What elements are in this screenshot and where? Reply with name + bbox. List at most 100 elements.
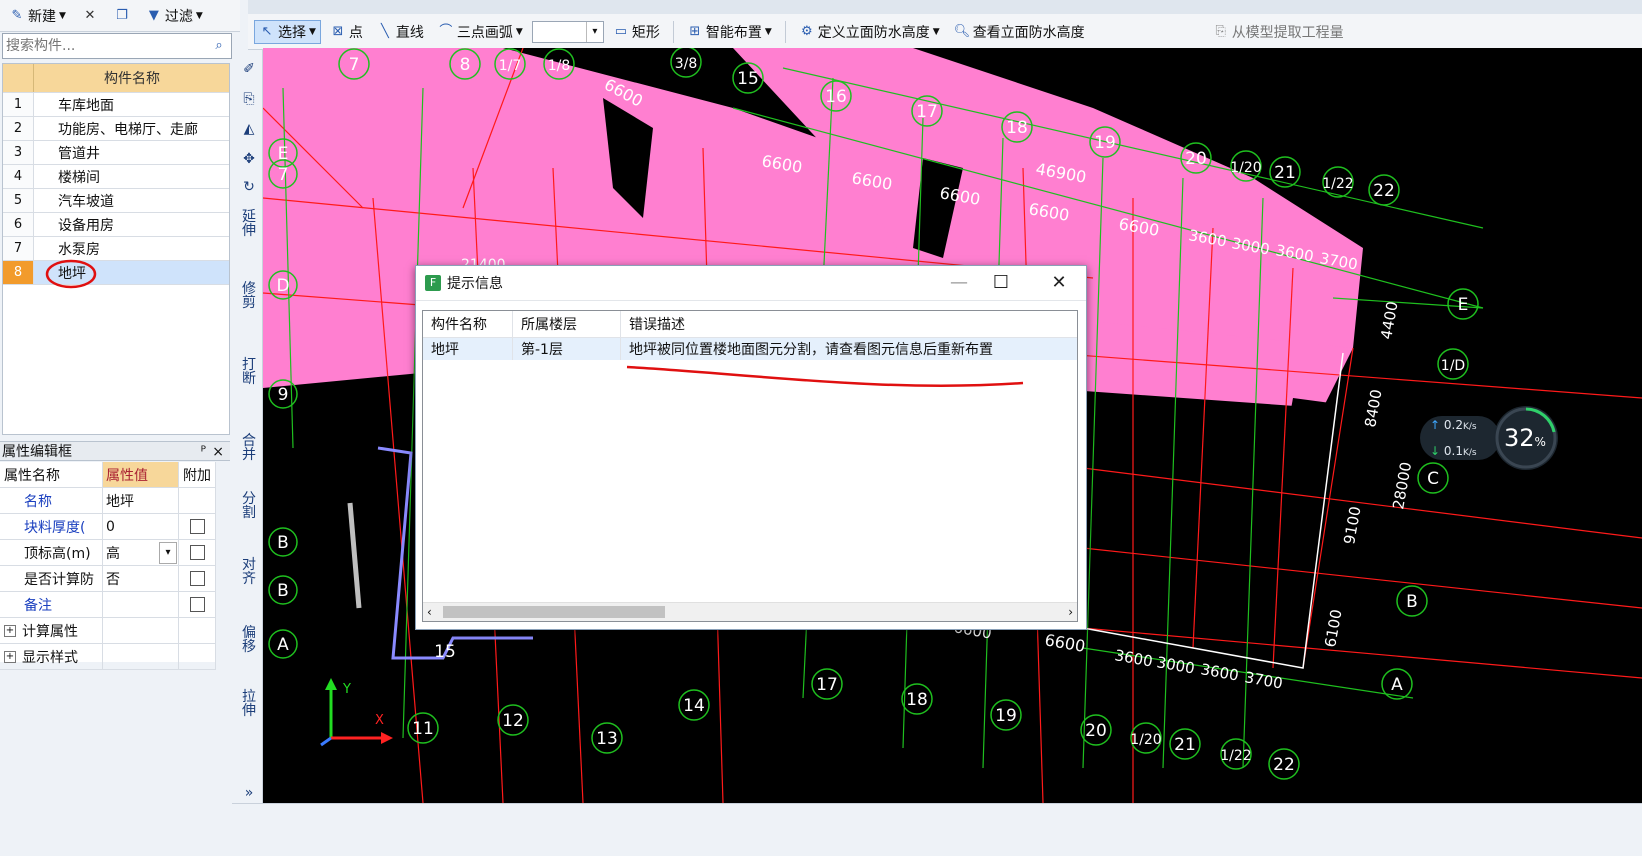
property-row-name: 名称 地坪 bbox=[0, 488, 216, 514]
line-icon: ╲ bbox=[381, 23, 389, 39]
scroll-thumb[interactable] bbox=[443, 606, 665, 618]
axis-label: 22 bbox=[1273, 755, 1295, 775]
property-group-calc[interactable]: + 计算属性 bbox=[0, 618, 216, 644]
axis-label: 16 bbox=[825, 87, 847, 107]
red-underline-annotation bbox=[626, 365, 1024, 388]
horizontal-scrollbar[interactable]: ‹ › bbox=[423, 602, 1077, 621]
list-item[interactable]: 2 功能房、电梯厅、走廊 bbox=[3, 117, 229, 141]
close-icon[interactable]: ✕ bbox=[1042, 270, 1076, 296]
list-item[interactable]: 5 汽车坡道 bbox=[3, 189, 229, 213]
brush-icon[interactable]: ✐ bbox=[240, 62, 258, 76]
property-value[interactable] bbox=[103, 592, 179, 617]
status-bar bbox=[232, 803, 1642, 856]
checkbox[interactable] bbox=[189, 571, 205, 586]
point-button[interactable]: ⊠ 点 bbox=[325, 20, 368, 44]
split-tool[interactable]: 分割 bbox=[240, 492, 258, 532]
table-row[interactable]: 地坪 第-1层 地坪被同位置楼地面图元分割，请查看图元信息后重新布置 bbox=[423, 338, 1077, 360]
axis-label: 12 bbox=[502, 711, 524, 731]
property-value[interactable]: 0 bbox=[103, 514, 179, 539]
select-button[interactable]: ↖ 选择 ▼ bbox=[254, 19, 321, 44]
close-icon[interactable]: × bbox=[212, 442, 224, 462]
filter-button[interactable]: ▼ 过滤 ▼ bbox=[141, 4, 208, 28]
property-value-select[interactable]: 高 ▾ bbox=[103, 540, 179, 565]
checkbox[interactable] bbox=[189, 597, 205, 612]
dropdown-icon: ▼ bbox=[59, 10, 66, 21]
offset-tool[interactable]: 偏移 bbox=[240, 626, 258, 666]
list-item[interactable]: 4 楼梯间 bbox=[3, 165, 229, 189]
move-icon[interactable]: ✥ bbox=[240, 152, 258, 166]
axis-label: 15 bbox=[737, 69, 759, 89]
maximize-icon[interactable]: ☐ bbox=[984, 270, 1018, 296]
delete-button[interactable]: ✕ bbox=[77, 4, 103, 28]
chevron-down-icon[interactable]: ▾ bbox=[159, 541, 177, 564]
search-icon[interactable]: ⌕ bbox=[207, 38, 231, 54]
axis-label: E bbox=[1458, 295, 1469, 315]
define-waterproof-height-button[interactable]: ⚙ 定义立面防水高度 ▼ bbox=[794, 20, 945, 44]
dimension-label: 28000 bbox=[1389, 461, 1415, 511]
axis-label: 15 bbox=[434, 642, 456, 662]
extend-tool[interactable]: 延伸 bbox=[240, 210, 258, 260]
expand-icon[interactable]: + bbox=[4, 650, 16, 663]
new-button[interactable]: ✎ 新建 ▼ bbox=[4, 4, 71, 28]
checkbox[interactable] bbox=[189, 545, 205, 560]
search-input[interactable] bbox=[3, 37, 207, 55]
copy-button[interactable]: ❐ bbox=[109, 4, 135, 28]
checkbox[interactable] bbox=[189, 519, 205, 534]
property-value[interactable]: 地坪 bbox=[103, 488, 179, 513]
list-item[interactable]: 7 水泵房 bbox=[3, 237, 229, 261]
stretch-tool[interactable]: 拉伸 bbox=[240, 690, 258, 730]
axis-label: 19 bbox=[1094, 133, 1116, 153]
edit-vertical-toolbar: ✐ ⎘ ◭ ✥ ↻ 延伸 修剪 打断 合并 分割 对齐 偏移 拉伸 » bbox=[236, 50, 263, 810]
list-item-selected[interactable]: 8 地坪 bbox=[3, 259, 229, 289]
axis-label: 17 bbox=[916, 102, 938, 122]
smart-layout-button[interactable]: ⊞ 智能布置 ▼ bbox=[682, 20, 777, 44]
axis-label: 18 bbox=[1006, 118, 1028, 138]
align-tool[interactable]: 对齐 bbox=[240, 558, 258, 598]
pin-icon[interactable]: ᴾ bbox=[201, 442, 206, 462]
axis-label: B bbox=[277, 581, 289, 601]
rectangle-button[interactable]: ▭ 矩形 bbox=[608, 20, 665, 44]
component-search[interactable]: ⌕ bbox=[2, 33, 232, 59]
rectangle-icon: ▭ bbox=[614, 23, 627, 39]
axis-label: A bbox=[1391, 675, 1403, 695]
axis-label: 1/D bbox=[1441, 358, 1465, 374]
merge-tool[interactable]: 合并 bbox=[240, 434, 258, 474]
trim-tool[interactable]: 修剪 bbox=[240, 282, 258, 332]
line-button[interactable]: ╲ 直线 bbox=[372, 20, 429, 44]
mirror-icon[interactable]: ◭ bbox=[240, 122, 258, 136]
dimension-label: 3600 bbox=[1199, 660, 1240, 684]
filter-icon: ▼ bbox=[148, 7, 159, 23]
scroll-right-icon[interactable]: › bbox=[1068, 603, 1073, 621]
axis-label: 9 bbox=[278, 385, 289, 405]
minimize-icon[interactable]: — bbox=[942, 270, 976, 296]
expand-icon[interactable]: + bbox=[4, 624, 16, 637]
list-item[interactable]: 1 车库地面 bbox=[3, 93, 229, 117]
extract-icon: ⎘ bbox=[1215, 23, 1226, 39]
list-item[interactable]: 6 设备用房 bbox=[3, 213, 229, 237]
dialog-title: 提示信息 bbox=[447, 276, 503, 292]
axis-label: 22 bbox=[1373, 181, 1395, 201]
property-value[interactable]: 否 bbox=[103, 566, 179, 591]
upload-speed: ↑ 0.2K/s bbox=[1430, 418, 1477, 432]
dimension-label: 9100 bbox=[1340, 505, 1364, 546]
draw-mode-select[interactable]: ▾ bbox=[531, 20, 604, 43]
view-waterproof-height-button[interactable]: 🔍︎ 查看立面防水高度 bbox=[949, 20, 1090, 44]
list-item[interactable]: 3 管道井 bbox=[3, 141, 229, 165]
scroll-left-icon[interactable]: ‹ bbox=[427, 603, 432, 621]
wall bbox=[347, 502, 362, 609]
dimension-label: 3600 bbox=[1113, 646, 1154, 670]
axis-label: 20 bbox=[1185, 149, 1207, 169]
rotate-icon[interactable]: ↻ bbox=[240, 180, 258, 194]
property-row-thickness: 块料厚度( 0 bbox=[0, 514, 216, 540]
arc-button[interactable]: ⌒ 三点画弧 ▼ bbox=[433, 20, 528, 44]
property-group-display[interactable]: + 显示样式 bbox=[0, 644, 216, 670]
red-circle-annotation bbox=[45, 259, 97, 289]
break-tool[interactable]: 打断 bbox=[240, 358, 258, 408]
axis-label: 1/22 bbox=[1220, 748, 1251, 764]
expand-more-icon[interactable]: » bbox=[240, 786, 258, 800]
extract-quantity-button[interactable]: ⎘ 从模型提取工程量 bbox=[1208, 20, 1349, 44]
axis-label: 20 bbox=[1085, 721, 1107, 741]
copy-icon[interactable]: ⎘ bbox=[240, 92, 258, 106]
property-row-remark: 备注 bbox=[0, 592, 216, 618]
property-row-waterproof: 是否计算防 否 bbox=[0, 566, 216, 592]
